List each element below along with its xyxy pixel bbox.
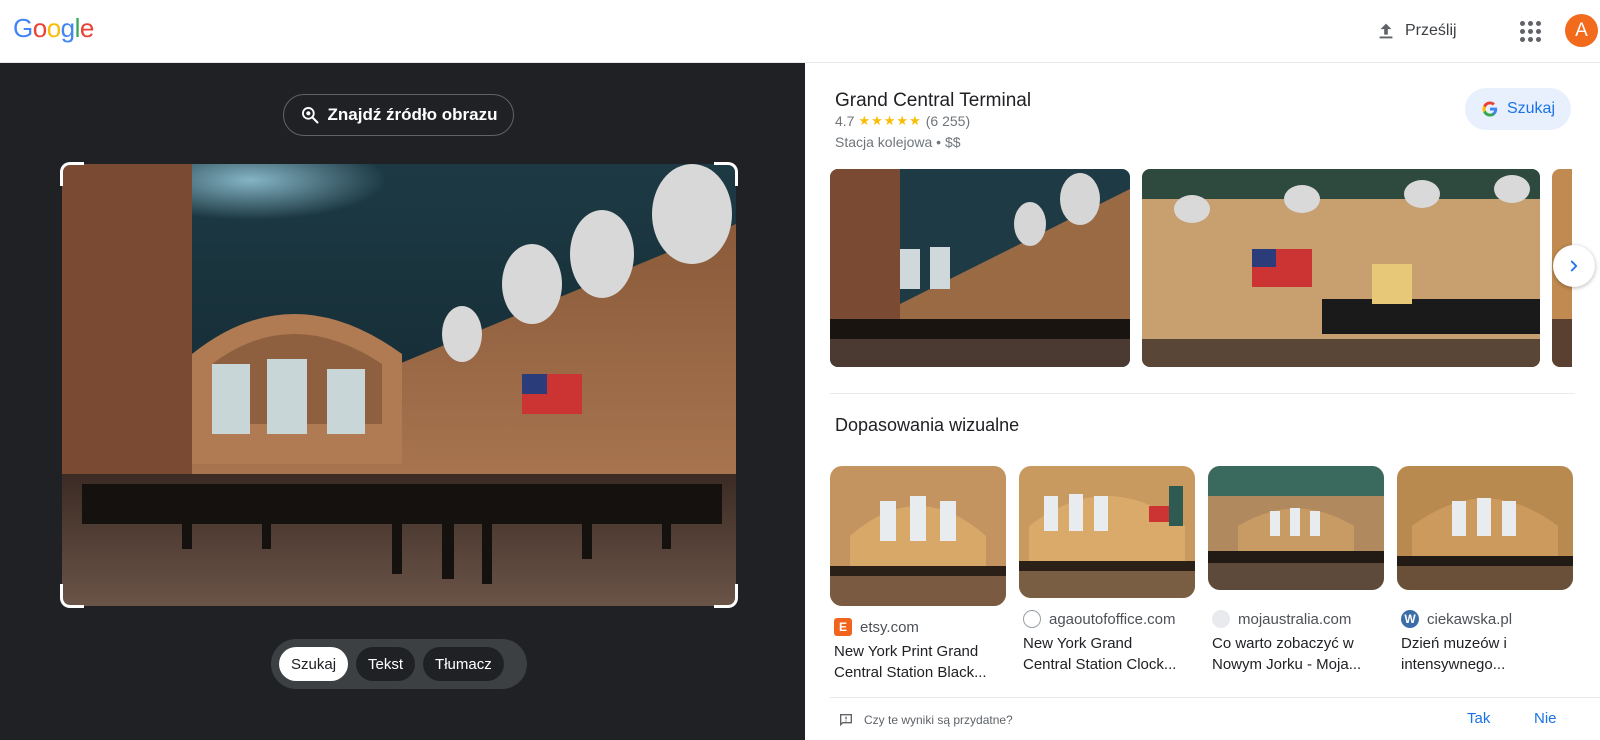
visual-match-image bbox=[1397, 466, 1573, 590]
wordpress-favicon-icon: W bbox=[1401, 610, 1419, 628]
visual-match-title: Dzień muzeów i intensywnego... bbox=[1401, 635, 1507, 673]
visual-match-card[interactable]: agaoutofoffice.com New York Grand Centra… bbox=[1019, 466, 1195, 696]
place-image-carousel bbox=[830, 169, 1572, 367]
visual-matches-title: Dopasowania wizualne bbox=[835, 415, 1020, 435]
lens-search-icon bbox=[301, 107, 318, 124]
visual-match-image bbox=[1208, 466, 1384, 590]
upload-icon bbox=[1379, 23, 1393, 39]
feedback-no-button[interactable]: Nie bbox=[1534, 710, 1557, 727]
visual-match-title: Co warto zobaczyć w Nowym Jorku - Moja..… bbox=[1212, 635, 1362, 673]
visual-match-image bbox=[1019, 466, 1195, 598]
visual-match-card[interactable]: W ciekawska.pl Dzień muzeów i intensywne… bbox=[1397, 466, 1573, 696]
find-source-button[interactable]: Znajdź źródło obrazu bbox=[283, 94, 514, 136]
visual-match-source: mojaustralia.com bbox=[1212, 609, 1351, 629]
site-favicon-icon bbox=[1023, 610, 1041, 628]
divider bbox=[830, 393, 1575, 394]
crop-handle-bottom-left[interactable] bbox=[60, 584, 84, 608]
visual-match-source: agaoutofoffice.com bbox=[1023, 609, 1175, 629]
feedback-bar: Czy te wyniki są przydatne? Tak Nie bbox=[830, 697, 1600, 740]
mode-text-button[interactable]: Tekst bbox=[356, 647, 416, 681]
results-panel: Grand Central Terminal 4.7 ★★★★★ (6 255)… bbox=[805, 63, 1600, 740]
visual-match-card[interactable]: E etsy.com New York Print Grand Central … bbox=[830, 466, 1006, 696]
visual-match-image bbox=[830, 466, 1006, 606]
visual-match-card[interactable]: mojaustralia.com Co warto zobaczyć w Now… bbox=[1208, 466, 1384, 696]
rating-value: 4.7 bbox=[835, 113, 855, 129]
carousel-next-button[interactable] bbox=[1553, 245, 1595, 287]
place-category: Stacja kolejowa • $$ bbox=[835, 134, 961, 150]
carousel-image[interactable] bbox=[830, 169, 1130, 367]
site-favicon-icon bbox=[1212, 610, 1230, 628]
etsy-favicon-icon: E bbox=[834, 618, 852, 636]
query-image bbox=[62, 164, 736, 606]
visual-match-source: W ciekawska.pl bbox=[1401, 609, 1512, 629]
avatar[interactable]: A bbox=[1565, 14, 1598, 47]
upload-button[interactable]: Prześlij bbox=[1375, 15, 1457, 47]
feedback-question: Czy te wyniki są przydatne? bbox=[838, 712, 1013, 728]
visual-match-title: New York Grand Central Station Clock... bbox=[1023, 635, 1177, 673]
google-search-button[interactable]: Szukaj bbox=[1465, 88, 1571, 130]
find-source-label: Znajdź źródło obrazu bbox=[327, 105, 498, 124]
visual-match-title: New York Print Grand Central Station Bla… bbox=[834, 643, 987, 681]
feedback-icon bbox=[840, 714, 852, 727]
crop-selection[interactable] bbox=[60, 162, 738, 608]
google-g-icon bbox=[1482, 101, 1498, 117]
rating-line: 4.7 ★★★★★ (6 255) bbox=[835, 113, 970, 129]
feedback-yes-button[interactable]: Tak bbox=[1467, 710, 1490, 727]
visual-match-source: E etsy.com bbox=[834, 617, 919, 637]
top-bar: Google Prześlij A bbox=[0, 0, 1600, 63]
mode-switch: Szukaj Tekst Tłumacz bbox=[271, 639, 527, 689]
apps-grid-icon[interactable] bbox=[1518, 19, 1542, 43]
rating-stars: ★★★★★ bbox=[858, 113, 922, 128]
place-title[interactable]: Grand Central Terminal bbox=[835, 90, 1031, 112]
chevron-right-icon bbox=[1570, 260, 1578, 272]
google-search-label: Szukaj bbox=[1506, 100, 1556, 117]
carousel-image[interactable] bbox=[1142, 169, 1540, 367]
upload-label: Prześlij bbox=[1405, 22, 1457, 39]
image-panel: Znajdź źródło obrazu Szukaj Tekst Tłumac… bbox=[0, 63, 805, 740]
crop-handle-top-right[interactable] bbox=[714, 162, 738, 186]
mode-search-button[interactable]: Szukaj bbox=[279, 647, 349, 681]
mode-translate-button[interactable]: Tłumacz bbox=[423, 647, 504, 681]
crop-handle-top-left[interactable] bbox=[60, 162, 84, 186]
crop-handle-bottom-right[interactable] bbox=[714, 584, 738, 608]
review-count[interactable]: (6 255) bbox=[926, 113, 970, 129]
google-logo[interactable]: Google bbox=[13, 13, 94, 44]
